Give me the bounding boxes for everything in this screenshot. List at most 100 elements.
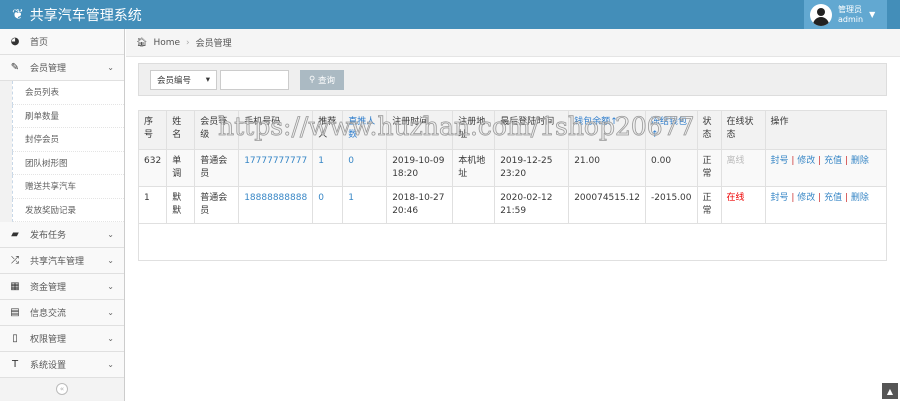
chevron-down-icon: ⌄ [107,334,114,343]
cell-name: 单调 [166,149,196,187]
column-header[interactable]: 冻结钱包↑ [645,110,698,150]
cell-id: 1 [137,186,168,224]
search-input[interactable] [220,69,289,90]
search-bar: 会员编号 ▾ ⚲ 查询 [138,63,887,96]
empty-cell [138,223,887,261]
sidebar-subitem[interactable]: 封停会员 [12,128,124,152]
cell-frozen: -2015.00 [645,186,698,224]
sidebar-subitem[interactable]: 团队树形图 [12,151,124,175]
column-header: 推荐人 [312,110,344,150]
cell-reg-time: 2018-10-27 20:46 [386,186,454,224]
cell-direct[interactable]: 1 [342,186,388,224]
sidebar-item[interactable]: T 系统设置 ⌄ [0,352,124,378]
sidebar-collapse[interactable]: « [0,378,124,400]
cell-online: 在线 [720,186,766,224]
sidebar-item[interactable]: ✎ 会员管理 ⌄ [0,55,124,81]
cell-online: 离线 [720,149,766,187]
brand[interactable]: ❦ 共享汽车管理系统 [0,5,142,25]
breadcrumb-home[interactable]: Home [153,38,180,48]
user-menu[interactable]: 管理员 admin ▼ [804,0,887,29]
column-header: 状态 [696,110,722,150]
cell-id: 632 [137,149,168,187]
action-link[interactable]: 修改 [797,156,815,166]
chevron-down-icon: ⌄ [107,230,114,239]
caret-down-icon: ▼ [869,10,876,19]
dashboard-icon: ◕ [10,36,20,47]
cell-level: 普通会员 [194,186,240,224]
column-header: 手机号码 [238,110,314,150]
column-header: 最后登陆时间 [494,110,570,150]
action-link[interactable]: 充值 [824,193,842,203]
table-row: 632 单调 普通会员 17777777777 1 0 2019-10-09 18:20 本机… [137,149,888,187]
chevron-down-icon: ⌄ [107,282,114,291]
breadcrumb-current: 会员管理 [195,39,232,49]
file-icon: ▯ [12,333,18,344]
sidebar-item[interactable]: ◕ 首页 [0,29,124,55]
table-footer-row [138,223,887,261]
sidebar-item-label: 信息交流 [30,309,67,319]
column-header: 注册地址 [452,110,496,150]
cell-last-login: 2019-12-25 23:20 [494,149,570,187]
action-link[interactable]: 封号 [771,156,789,166]
cell-referrer[interactable]: 0 [312,186,344,224]
caret-down-icon: ▾ [205,74,210,85]
sidebar-item-label: 权限管理 [30,335,67,345]
action-link[interactable]: 删除 [851,193,869,203]
action-link[interactable]: 删除 [851,156,869,166]
search-field-select[interactable]: 会员编号 ▾ [150,69,217,90]
cell-status: 正常 [696,149,722,187]
chevron-down-icon: ⌄ [107,308,114,317]
chevron-down-icon: ⌄ [107,256,114,265]
action-link[interactable]: 封号 [771,193,789,203]
sidebar-subitem[interactable]: 发放奖励记录 [12,198,124,222]
cell-name: 默默 [166,186,196,224]
chevron-down-icon: ⌄ [107,360,114,369]
action-link[interactable]: 修改 [797,193,815,203]
sidebar-item[interactable]: ▤ 信息交流 ⌄ [0,300,124,326]
double-chevron-left-icon: « [56,383,68,395]
text-icon: T [11,359,19,370]
column-header: 会员等级 [194,110,240,150]
book-icon: ▰ [11,229,19,240]
sidebar-subitem[interactable]: 刷单数量 [12,104,124,128]
sidebar-item[interactable]: ⤮ 共享汽车管理 ⌄ [0,248,124,274]
breadcrumb-separator: › [186,37,190,48]
search-icon: ⚲ [309,74,318,85]
app-title: 共享汽车管理系统 [29,7,142,24]
search-button-label: 查询 [317,75,335,86]
sidebar-subitem[interactable]: 赠送共享汽车 [12,175,124,199]
cell-level: 普通会员 [194,149,240,187]
sidebar-item-label: 首页 [30,38,49,48]
chevron-down-icon: ⌄ [107,63,114,72]
column-header: 在线状态 [720,110,766,150]
sidebar-item[interactable]: ▰ 发布任务 ⌄ [0,222,124,248]
scroll-top-button[interactable]: ▲ [882,383,898,399]
sidebar-item-label: 资金管理 [30,283,67,293]
cell-direct[interactable]: 0 [342,149,388,187]
cell-balance: 21.00 [568,149,647,187]
user-role: 管理员 [838,4,862,14]
double-chevron-up-icon: ▲ [886,386,894,396]
user-name: admin [838,14,864,24]
column-header[interactable]: 钱包余额↑ [568,110,647,150]
column-header[interactable]: 直推人数 [342,110,388,150]
action-link[interactable]: 充值 [824,156,842,166]
sidebar-item[interactable]: ▦ 资金管理 ⌄ [0,274,124,300]
leaf-icon: ❦ [12,6,24,23]
search-button[interactable]: ⚲ 查询 [300,69,344,90]
sidebar-item[interactable]: ▯ 权限管理 ⌄ [0,326,124,352]
column-header: 序号 [137,110,168,150]
sidebar-subitem[interactable]: 会员列表 [12,81,124,105]
cell-reg-addr [452,186,496,224]
sidebar-item-label: 会员管理 [30,64,67,74]
cell-referrer[interactable]: 1 [312,149,344,187]
cell-frozen: 0.00 [645,149,698,187]
cell-phone[interactable]: 17777777777 [238,149,314,187]
home-icon: 🏠︎ [136,37,148,48]
cell-reg-addr: 本机地址 [452,149,496,187]
cell-phone[interactable]: 18888888888 [238,186,314,224]
select-value: 会员编号 [157,75,192,86]
column-header: 操作 [764,110,888,150]
cell-balance: 200074515.12 [568,186,647,224]
column-header: 姓名 [166,110,196,150]
